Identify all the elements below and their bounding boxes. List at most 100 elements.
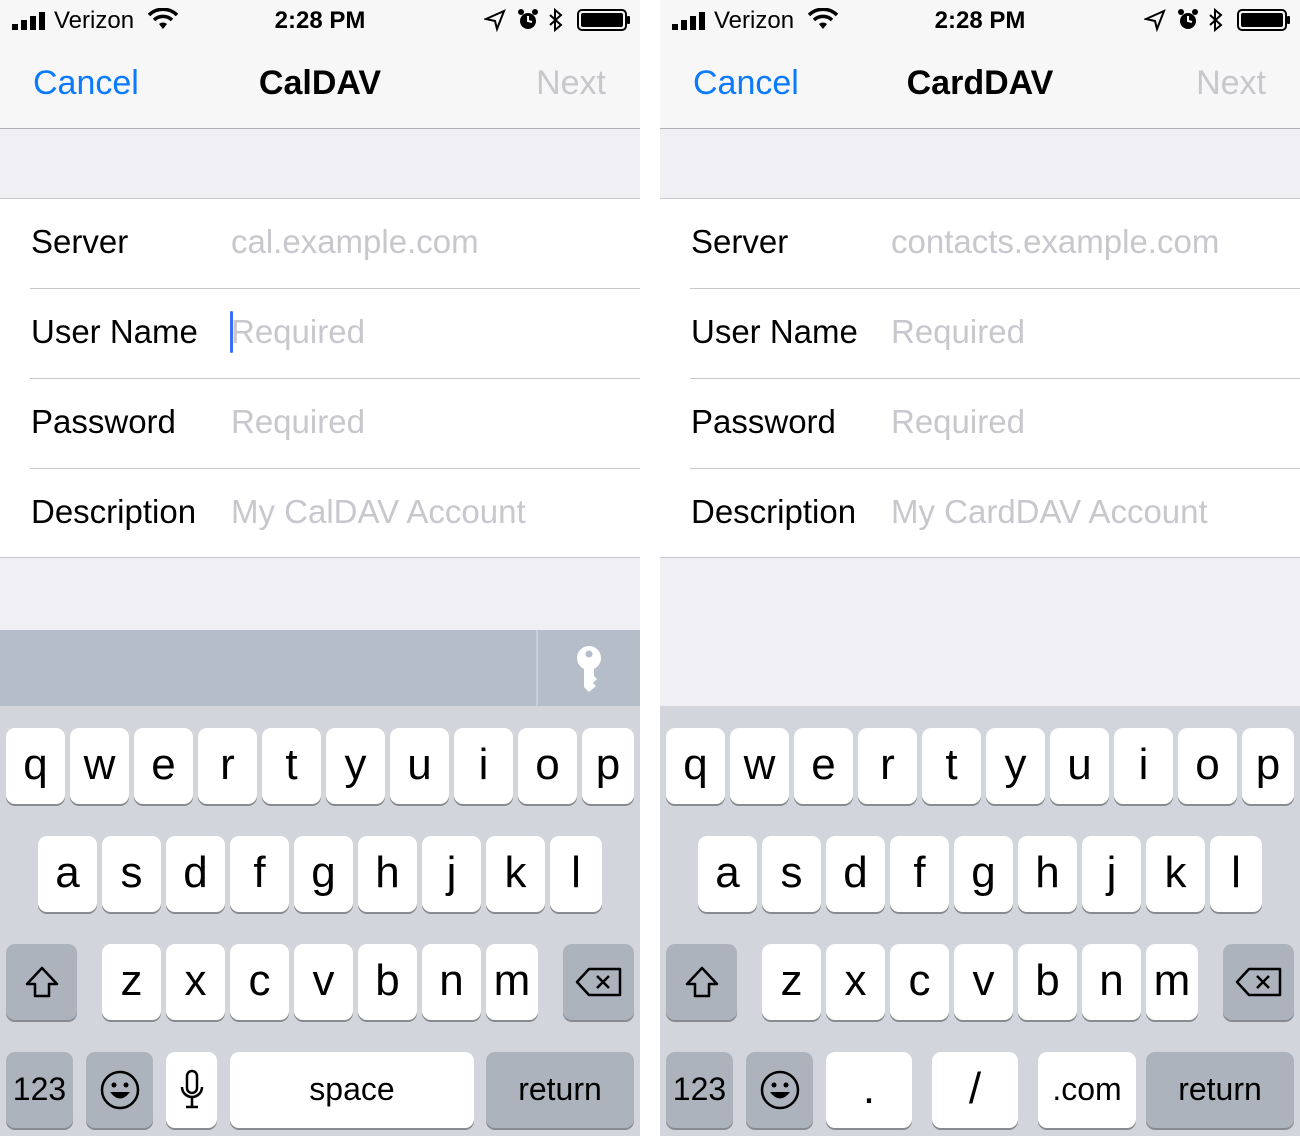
dictation-key[interactable]	[166, 1052, 217, 1128]
description-input[interactable]: My CardDAV Account	[891, 493, 1208, 531]
key-f[interactable]: f	[890, 836, 949, 912]
key-l[interactable]: l	[550, 836, 602, 912]
key-y[interactable]: y	[986, 728, 1045, 804]
key-i[interactable]: i	[1114, 728, 1173, 804]
keyboard-assistant-bar	[0, 630, 640, 706]
key-r[interactable]: r	[198, 728, 257, 804]
divider	[536, 630, 538, 706]
nav-bar: Cancel CalDAV Next	[0, 40, 640, 129]
password-key-icon[interactable]	[574, 646, 604, 692]
key-l[interactable]: l	[1210, 836, 1262, 912]
key-v[interactable]: v	[294, 944, 353, 1020]
period-key[interactable]: .	[826, 1052, 912, 1128]
numbers-key[interactable]: 123	[666, 1052, 733, 1128]
password-row: Password Required	[660, 379, 1300, 469]
key-m[interactable]: m	[1146, 944, 1198, 1020]
next-button[interactable]: Next	[536, 64, 606, 103]
key-e[interactable]: e	[134, 728, 193, 804]
key-e[interactable]: e	[794, 728, 853, 804]
key-c[interactable]: c	[890, 944, 949, 1020]
key-f[interactable]: f	[230, 836, 289, 912]
return-key[interactable]: return	[1146, 1052, 1294, 1128]
password-input[interactable]: Required	[891, 403, 1025, 441]
key-q[interactable]: q	[6, 728, 65, 804]
location-icon	[1144, 9, 1166, 32]
backspace-icon	[575, 967, 621, 997]
caldav-screen: Verizon 2:28 PM Cancel CalDAV Next Serve…	[0, 0, 640, 1136]
text-cursor	[230, 311, 233, 353]
keyboard: q w e r t y u i o p a s d f g h j k l z …	[660, 706, 1300, 1136]
next-button[interactable]: Next	[1196, 64, 1266, 103]
key-q[interactable]: q	[666, 728, 725, 804]
username-row: User Name Required	[0, 289, 640, 379]
key-i[interactable]: i	[454, 728, 513, 804]
password-input[interactable]: Required	[231, 403, 365, 441]
emoji-key[interactable]	[746, 1052, 813, 1128]
key-v[interactable]: v	[954, 944, 1013, 1020]
server-row: Server contacts.example.com	[660, 199, 1300, 289]
alarm-icon	[518, 9, 538, 29]
microphone-icon	[180, 1069, 203, 1109]
slash-key[interactable]: /	[932, 1052, 1018, 1128]
emoji-key[interactable]	[86, 1052, 153, 1128]
return-key[interactable]: return	[486, 1052, 634, 1128]
key-k[interactable]: k	[486, 836, 545, 912]
bluetooth-icon	[1209, 8, 1223, 32]
delete-key[interactable]	[563, 944, 634, 1020]
key-j[interactable]: j	[1082, 836, 1141, 912]
key-w[interactable]: w	[70, 728, 129, 804]
key-d[interactable]: d	[166, 836, 225, 912]
space-key[interactable]: space	[230, 1052, 474, 1128]
account-form: Server cal.example.com User Name Require…	[0, 198, 640, 558]
shift-key[interactable]	[666, 944, 737, 1020]
key-a[interactable]: a	[38, 836, 97, 912]
server-input[interactable]: cal.example.com	[231, 223, 479, 261]
key-b[interactable]: b	[358, 944, 417, 1020]
key-h[interactable]: h	[358, 836, 417, 912]
key-y[interactable]: y	[326, 728, 385, 804]
key-k[interactable]: k	[1146, 836, 1205, 912]
key-m[interactable]: m	[486, 944, 538, 1020]
key-u[interactable]: u	[1050, 728, 1109, 804]
emoji-icon	[100, 1070, 139, 1110]
key-w[interactable]: w	[730, 728, 789, 804]
key-c[interactable]: c	[230, 944, 289, 1020]
key-h[interactable]: h	[1018, 836, 1077, 912]
key-o[interactable]: o	[518, 728, 577, 804]
key-p[interactable]: p	[582, 728, 634, 804]
shift-key[interactable]	[6, 944, 77, 1020]
key-z[interactable]: z	[102, 944, 161, 1020]
key-a[interactable]: a	[698, 836, 757, 912]
description-input[interactable]: My CalDAV Account	[231, 493, 526, 531]
location-icon	[484, 9, 506, 32]
key-u[interactable]: u	[390, 728, 449, 804]
username-label: User Name	[31, 313, 198, 350]
key-p[interactable]: p	[1242, 728, 1294, 804]
dotcom-key[interactable]: .com	[1038, 1052, 1136, 1128]
alarm-icon	[1178, 9, 1198, 29]
key-z[interactable]: z	[762, 944, 821, 1020]
key-o[interactable]: o	[1178, 728, 1237, 804]
username-input[interactable]: Required	[891, 313, 1025, 351]
battery-icon	[577, 9, 630, 31]
key-n[interactable]: n	[1082, 944, 1141, 1020]
key-g[interactable]: g	[294, 836, 353, 912]
key-g[interactable]: g	[954, 836, 1013, 912]
key-s[interactable]: s	[762, 836, 821, 912]
username-input[interactable]: Required	[231, 313, 365, 351]
server-input[interactable]: contacts.example.com	[891, 223, 1219, 261]
key-t[interactable]: t	[922, 728, 981, 804]
status-icons	[1144, 8, 1290, 32]
emoji-icon	[760, 1070, 799, 1110]
numbers-key[interactable]: 123	[6, 1052, 73, 1128]
delete-key[interactable]	[1223, 944, 1294, 1020]
key-x[interactable]: x	[826, 944, 885, 1020]
key-x[interactable]: x	[166, 944, 225, 1020]
key-s[interactable]: s	[102, 836, 161, 912]
key-b[interactable]: b	[1018, 944, 1077, 1020]
key-n[interactable]: n	[422, 944, 481, 1020]
key-d[interactable]: d	[826, 836, 885, 912]
key-t[interactable]: t	[262, 728, 321, 804]
key-r[interactable]: r	[858, 728, 917, 804]
key-j[interactable]: j	[422, 836, 481, 912]
